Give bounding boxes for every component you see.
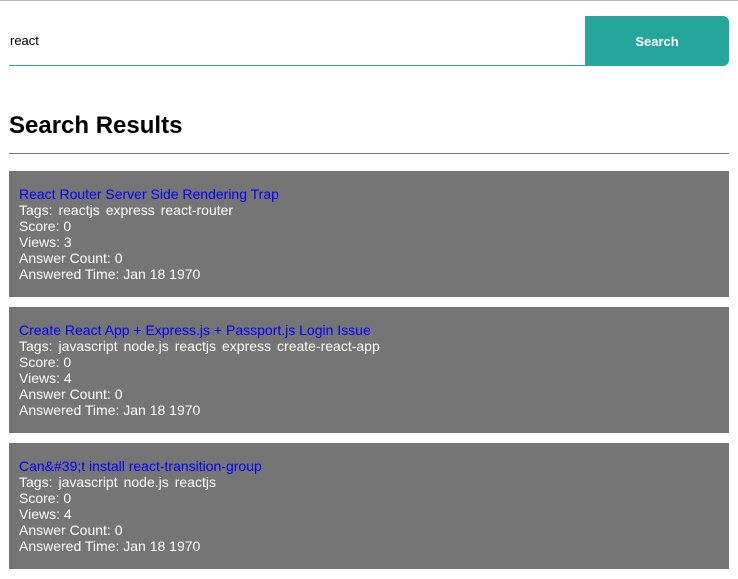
tag: javascript: [58, 338, 118, 354]
page-title: Search Results: [9, 112, 183, 139]
result-title-link[interactable]: Can&#39;t install react-transition-group: [19, 458, 719, 474]
search-button[interactable]: Search: [585, 16, 729, 66]
results-list: React Router Server Side Rendering Trap …: [9, 171, 729, 579]
result-tags: Tags: javascript node.js reactjs express crea…: [19, 338, 719, 354]
result-answer-count: Answer Count: 0: [19, 522, 123, 538]
result-answered-time: Answered Time: Jan 18 1970: [19, 538, 201, 554]
result-views: Views: 4: [19, 506, 72, 522]
result-views: Views: 4: [19, 370, 72, 386]
tag: node.js: [123, 338, 169, 354]
result-card: Can&#39;t install react-transition-group…: [9, 443, 729, 569]
result-score: Score: 0: [19, 218, 72, 234]
divider: [9, 153, 729, 154]
result-tags: Tags: javascript node.js reactjs: [19, 474, 719, 490]
tags-label: Tags:: [19, 338, 53, 354]
result-answered-time: Answered Time: Jan 18 1970: [19, 266, 201, 282]
result-card: React Router Server Side Rendering Trap …: [9, 171, 729, 297]
result-views: Views: 3: [19, 234, 72, 250]
tag: reactjs: [174, 474, 216, 490]
result-score: Score: 0: [19, 490, 72, 506]
tag: javascript: [58, 474, 118, 490]
tag: reactjs: [174, 338, 216, 354]
search-bar: Search: [9, 16, 729, 66]
tag: react-router: [160, 202, 234, 218]
tag: node.js: [123, 474, 169, 490]
result-title-link[interactable]: React Router Server Side Rendering Trap: [19, 186, 719, 202]
tags-label: Tags:: [19, 202, 53, 218]
result-answered-time: Answered Time: Jan 18 1970: [19, 402, 201, 418]
tag: express: [222, 338, 272, 354]
result-title-link[interactable]: Create React App + Express.js + Passport…: [19, 322, 719, 338]
result-card: Create React App + Express.js + Passport…: [9, 307, 729, 433]
result-score: Score: 0: [19, 354, 72, 370]
result-tags: Tags: reactjs express react-router: [19, 202, 719, 218]
search-input[interactable]: [9, 16, 585, 66]
tag: create-react-app: [277, 338, 380, 354]
tag: express: [105, 202, 155, 218]
tags-label: Tags:: [19, 474, 53, 490]
result-answer-count: Answer Count: 0: [19, 250, 123, 266]
tag: reactjs: [58, 202, 100, 218]
result-answer-count: Answer Count: 0: [19, 386, 123, 402]
